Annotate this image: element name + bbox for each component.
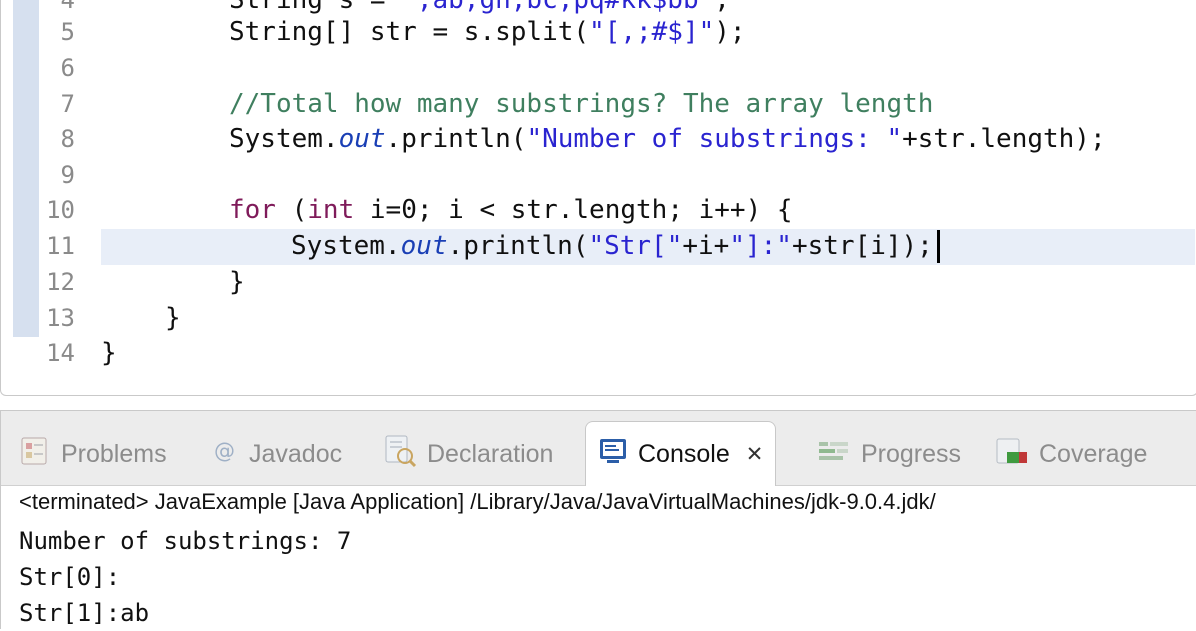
code-line[interactable]: for (int i=0; i < str.length; i++) {: [229, 192, 793, 228]
tab-problems[interactable]: Problems: [19, 425, 167, 483]
line-number: 8: [60, 125, 75, 153]
tab-label: Progress: [861, 439, 962, 468]
code-line[interactable]: System.out.println("Str["+i+"]:"+str[i])…: [291, 228, 933, 264]
code-line[interactable]: System.out.println("Number of substrings…: [229, 121, 1106, 157]
text-caret: [937, 230, 940, 263]
code-line[interactable]: }: [229, 264, 245, 300]
console-icon: [598, 436, 628, 473]
line-number: 5: [60, 18, 75, 46]
tab-label: Javadoc: [249, 439, 343, 468]
tab-progress[interactable]: Progress: [817, 425, 961, 483]
tab-javadoc[interactable]: @ Javadoc: [213, 425, 342, 483]
line-number: 9: [60, 161, 75, 189]
code-line[interactable]: }: [165, 300, 181, 336]
console-output-line[interactable]: Number of substrings: 7: [19, 523, 351, 559]
view-tab-strip: Problems @ Javadoc Declaration Console ✕…: [1, 411, 1196, 486]
javadoc-icon: @: [213, 436, 239, 473]
code-line[interactable]: //Total how many substrings? The array l…: [229, 86, 933, 122]
line-number: 11: [46, 232, 75, 260]
tab-declaration[interactable]: Declaration: [383, 425, 553, 483]
tab-label: Problems: [61, 439, 167, 468]
progress-icon: [817, 438, 851, 471]
line-number: 10: [46, 196, 75, 224]
line-number: 14: [46, 339, 75, 367]
console-output-line[interactable]: Str[0]:: [19, 559, 120, 595]
tab-label: Console: [638, 439, 730, 468]
views-panel: Problems @ Javadoc Declaration Console ✕…: [0, 410, 1196, 629]
tab-label: Coverage: [1039, 439, 1148, 468]
problems-icon: [19, 435, 51, 474]
declaration-icon: [383, 434, 417, 475]
console-output-line[interactable]: Str[1]:ab: [19, 595, 149, 631]
svg-text:@: @: [214, 439, 235, 463]
line-number: 6: [60, 54, 75, 82]
line-number: 7: [60, 90, 75, 118]
tab-label: Declaration: [427, 439, 554, 468]
code-line[interactable]: String[] str = s.split("[,;#$]");: [229, 14, 746, 50]
console-status-line: <terminated> JavaExample [Java Applicati…: [19, 489, 936, 514]
line-number: 13: [46, 304, 75, 332]
tab-console[interactable]: Console ✕: [585, 421, 777, 486]
close-icon[interactable]: ✕: [746, 442, 764, 466]
code-line[interactable]: }: [101, 335, 117, 371]
tab-coverage[interactable]: Coverage: [995, 425, 1147, 483]
code-editor[interactable]: String s = ",ab;gh,bc;pq#kk$bb"; 4 5 6 7…: [0, 0, 1196, 396]
line-number: 12: [46, 268, 75, 296]
coverage-icon: [995, 436, 1029, 473]
